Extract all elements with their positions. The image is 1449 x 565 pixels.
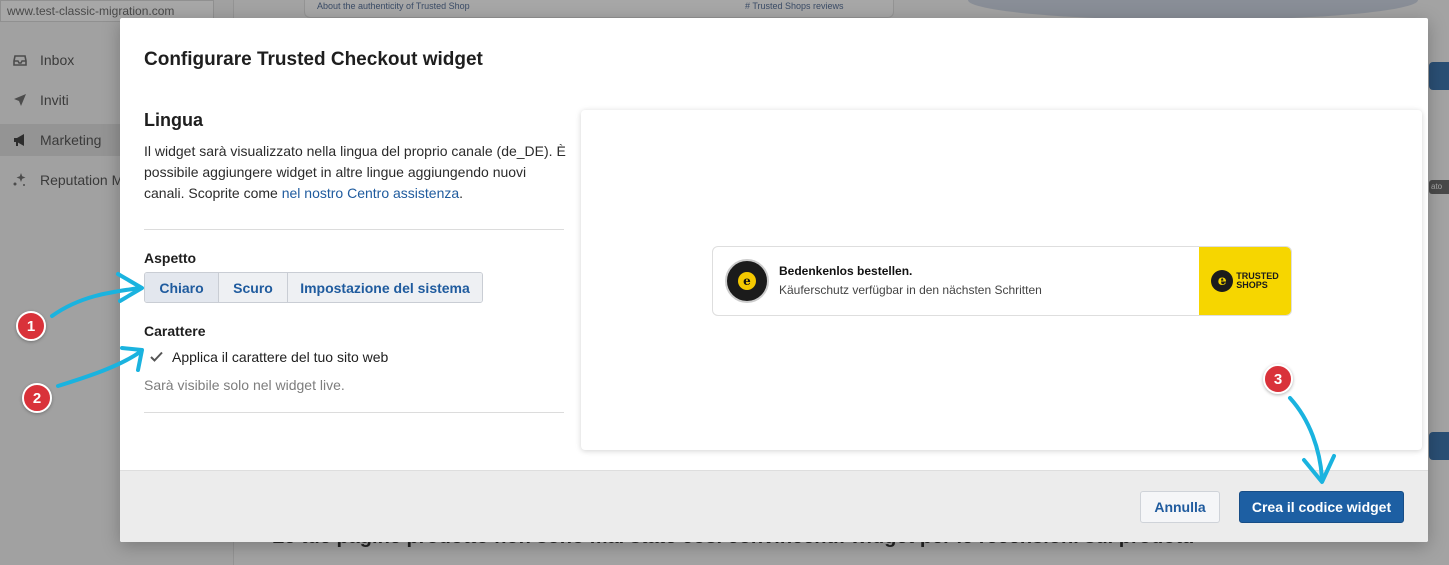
- annotation-badge-3: 3: [1263, 364, 1293, 394]
- appearance-label: Aspetto: [144, 250, 197, 266]
- appearance-option-system[interactable]: Impostazione del sistema: [288, 273, 482, 302]
- seal-mark: e: [738, 272, 756, 290]
- modal-title: Configurare Trusted Checkout widget: [144, 49, 483, 70]
- trusted-shops-seal-icon: e: [725, 259, 769, 303]
- widget-headline: Bedenkenlos bestellen.: [779, 264, 913, 278]
- modal-footer: Annulla Crea il codice widget: [120, 470, 1428, 542]
- trusted-shops-logo: e TRUSTED SHOPS: [1199, 247, 1291, 315]
- appearance-segmented-control: Chiaro Scuro Impostazione del sistema: [144, 272, 483, 303]
- help-center-link[interactable]: nel nostro Centro assistenza: [282, 185, 459, 201]
- configure-widget-modal: Configurare Trusted Checkout widget Ling…: [120, 18, 1428, 542]
- annotation-badge-1: 1: [16, 311, 46, 341]
- logo-wordmark: TRUSTED SHOPS: [1236, 272, 1279, 290]
- trusted-checkout-widget: e Bedenkenlos bestellen. Käuferschutz ve…: [712, 246, 1292, 316]
- annotation-badge-2: 2: [22, 383, 52, 413]
- apply-website-font-checkbox[interactable]: Applica il carattere del tuo sito web: [150, 349, 388, 365]
- divider: [144, 412, 564, 413]
- cancel-button[interactable]: Annulla: [1140, 491, 1220, 523]
- language-heading: Lingua: [144, 110, 203, 130]
- checkmark-icon: [150, 349, 164, 365]
- font-hint: Sarà visibile solo nel widget live.: [144, 377, 345, 393]
- language-text-end: .: [459, 185, 464, 201]
- create-widget-code-button[interactable]: Crea il codice widget: [1239, 491, 1404, 523]
- divider: [144, 229, 564, 230]
- appearance-option-light[interactable]: Chiaro: [145, 273, 219, 302]
- logo-line-2: SHOPS: [1236, 280, 1268, 290]
- language-description: Il widget sarà visualizzato nella lingua…: [144, 141, 569, 204]
- widget-preview-panel: e Bedenkenlos bestellen. Käuferschutz ve…: [581, 110, 1422, 450]
- widget-subline: Käuferschutz verfügbar in den nächsten S…: [779, 283, 1042, 297]
- checkbox-label: Applica il carattere del tuo sito web: [172, 349, 389, 365]
- font-label: Carattere: [144, 323, 206, 339]
- trusted-shops-e-icon: e: [1211, 270, 1234, 292]
- appearance-option-dark[interactable]: Scuro: [219, 273, 288, 302]
